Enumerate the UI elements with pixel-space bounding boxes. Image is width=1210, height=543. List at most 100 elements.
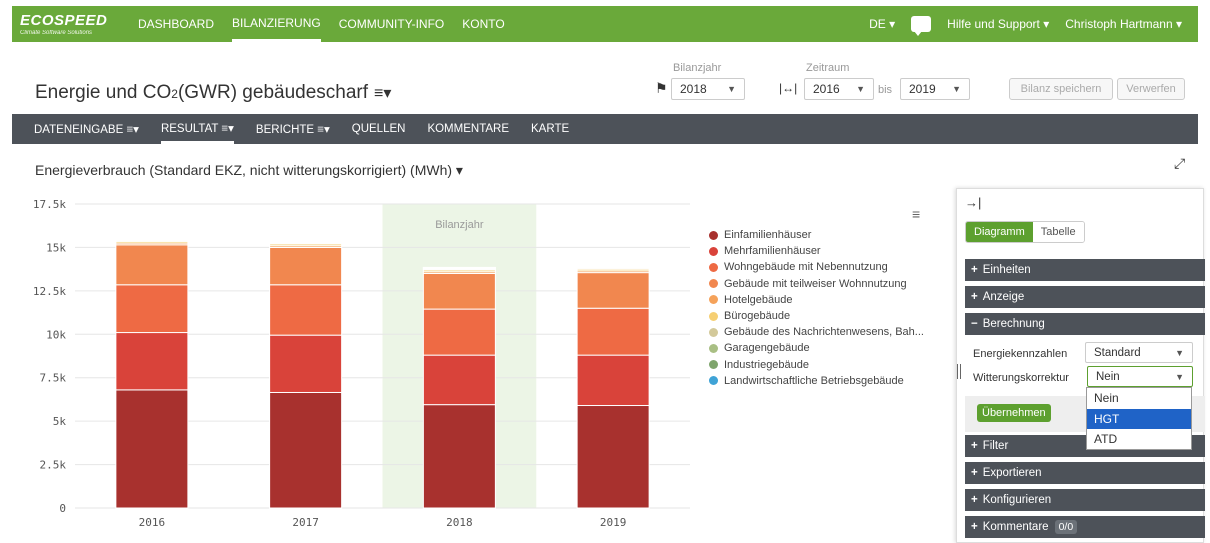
bar-segment — [422, 404, 496, 509]
plus-icon: + — [971, 494, 978, 506]
chart-legend: Einfamilienhäuser Mehrfamilienhäuser Wohng… — [709, 227, 924, 389]
legend-label: Wohngebäude mit Nebennutzung — [724, 261, 888, 274]
plus-icon: + — [971, 467, 978, 479]
section-label: Exportieren — [982, 467, 1042, 479]
energiekennzahlen-label: Energiekennzahlen — [973, 348, 1068, 360]
section-anzeige[interactable]: + Anzeige — [965, 286, 1205, 308]
legend-swatch — [709, 262, 718, 272]
chevron-down-icon: ▼ — [952, 84, 961, 94]
witterungskorrektur-select[interactable]: Nein ▼ — [1087, 366, 1193, 387]
legend-swatch — [709, 295, 718, 305]
legend-swatch — [709, 279, 718, 289]
legend-item[interactable]: Landwirtschaftliche Betriebsgebäude — [709, 373, 924, 389]
bar-segment — [576, 307, 650, 356]
legend-label: Einfamilienhäuser — [724, 229, 812, 242]
bar-segment — [269, 284, 343, 336]
user-menu[interactable]: Christoph Hartmann ▾ — [1065, 17, 1182, 31]
bar-segment — [115, 332, 189, 391]
section-label: Berechnung — [982, 318, 1045, 330]
kommentare-badge: 0/0 — [1054, 520, 1078, 534]
witterungskorrektur-label: Witterungskorrektur — [973, 372, 1069, 384]
legend-item[interactable]: Industriegebäude — [709, 357, 924, 373]
save-bilanz-button[interactable]: Bilanz speichern — [1009, 78, 1113, 100]
y-tick-label: 12.5k — [33, 285, 66, 298]
legend-label: Gebäude mit teilweiser Wohnnutzung — [724, 277, 907, 290]
legend-label: Landwirtschaftliche Betriebsgebäude — [724, 374, 904, 387]
bar-segment — [422, 354, 496, 406]
expand-icon[interactable]: ⤢ — [1174, 155, 1185, 172]
dropdown-option-nein[interactable]: Nein — [1087, 388, 1191, 409]
witterungskorrektur-dropdown: Nein HGT ATD — [1086, 387, 1192, 450]
bar-segment — [576, 272, 650, 309]
chevron-down-icon: ▼ — [1175, 347, 1184, 358]
x-tick-label: 2017 — [292, 516, 319, 529]
y-tick-label: 5k — [53, 415, 67, 428]
legend-swatch — [709, 376, 718, 386]
toggle-table[interactable]: Tabelle — [1032, 222, 1084, 242]
legend-label: Bürogebäude — [724, 310, 791, 323]
legend-label: Mehrfamilienhäuser — [724, 245, 821, 258]
section-label: Kommentare — [982, 521, 1049, 533]
legend-label: Industriegebäude — [724, 358, 810, 371]
section-einheiten[interactable]: + Einheiten — [965, 259, 1205, 281]
dropdown-option-atd[interactable]: ATD — [1087, 429, 1191, 450]
bar-segment — [115, 389, 189, 509]
plus-icon: + — [971, 264, 978, 276]
legend-swatch — [709, 246, 718, 256]
section-konfigurieren[interactable]: + Konfigurieren — [965, 489, 1205, 511]
legend-item[interactable]: Mehrfamilienhäuser — [709, 243, 924, 259]
bar-segment — [576, 405, 650, 509]
legend-item[interactable]: Gebäude mit teilweiser Wohnnutzung — [709, 276, 924, 292]
legend-label: Gebäude des Nachrichtenwesens, Bah... — [724, 326, 924, 339]
apply-button[interactable]: Übernehmen — [977, 404, 1051, 422]
legend-label: Garagengebäude — [724, 342, 810, 355]
legend-item[interactable]: Bürogebäude — [709, 308, 924, 324]
witterungskorrektur-value: Nein — [1096, 370, 1120, 383]
section-kommentare[interactable]: + Kommentare 0/0 — [965, 516, 1205, 538]
y-tick-label: 0 — [59, 502, 66, 515]
legend-item[interactable]: Einfamilienhäuser — [709, 227, 924, 243]
legend-swatch — [709, 360, 718, 370]
section-exportieren[interactable]: + Exportieren — [965, 462, 1205, 484]
bar-segment — [422, 272, 496, 310]
plus-icon: + — [971, 440, 978, 452]
y-tick-label: 7.5k — [40, 372, 67, 385]
settings-panel: →| Diagramm Tabelle + Einheiten + Anzeige … — [956, 188, 1205, 543]
bar-segment — [269, 246, 343, 286]
legend-item[interactable]: Wohngebäude mit Nebennutzung — [709, 259, 924, 275]
legend-item[interactable]: Garagengebäude — [709, 340, 924, 356]
x-tick-label: 2018 — [446, 516, 473, 529]
legend-item[interactable]: Gebäude des Nachrichtenwesens, Bah... — [709, 324, 924, 340]
legend-swatch — [709, 343, 718, 353]
section-label: Anzeige — [982, 291, 1025, 303]
bar-segment — [115, 244, 189, 286]
section-label: Filter — [982, 440, 1009, 452]
bar-segment — [576, 354, 650, 407]
energiekennzahlen-select[interactable]: Standard ▼ — [1085, 342, 1193, 363]
x-tick-label: 2019 — [600, 516, 627, 529]
legend-swatch — [709, 311, 718, 321]
help-support-menu[interactable]: Hilfe und Support ▾ — [947, 17, 1049, 31]
y-tick-label: 2.5k — [40, 459, 67, 472]
panel-resize-handle[interactable] — [957, 364, 961, 379]
x-tick-label: 2016 — [139, 516, 166, 529]
collapse-panel-icon[interactable]: →| — [965, 195, 981, 210]
bar-segment — [269, 391, 343, 509]
legend-swatch — [709, 230, 718, 240]
chevron-down-icon: ▼ — [1175, 371, 1184, 382]
energiekennzahlen-value: Standard — [1094, 346, 1141, 359]
section-berechnung[interactable]: − Berechnung — [965, 313, 1205, 335]
plus-icon: + — [971, 291, 978, 303]
discard-button[interactable]: Verwerfen — [1117, 78, 1185, 100]
minus-icon: − — [971, 318, 978, 330]
plus-icon: + — [971, 521, 978, 533]
y-tick-label: 10k — [46, 328, 66, 341]
legend-item[interactable]: Hotelgebäude — [709, 292, 924, 308]
dropdown-option-hgt[interactable]: HGT — [1087, 408, 1191, 429]
bar-segment — [422, 308, 496, 356]
y-tick-label: 17.5k — [33, 198, 66, 211]
section-label: Konfigurieren — [982, 494, 1052, 506]
toggle-diagram[interactable]: Diagramm — [966, 222, 1033, 242]
legend-label: Hotelgebäude — [724, 293, 793, 306]
legend-swatch — [709, 327, 718, 337]
